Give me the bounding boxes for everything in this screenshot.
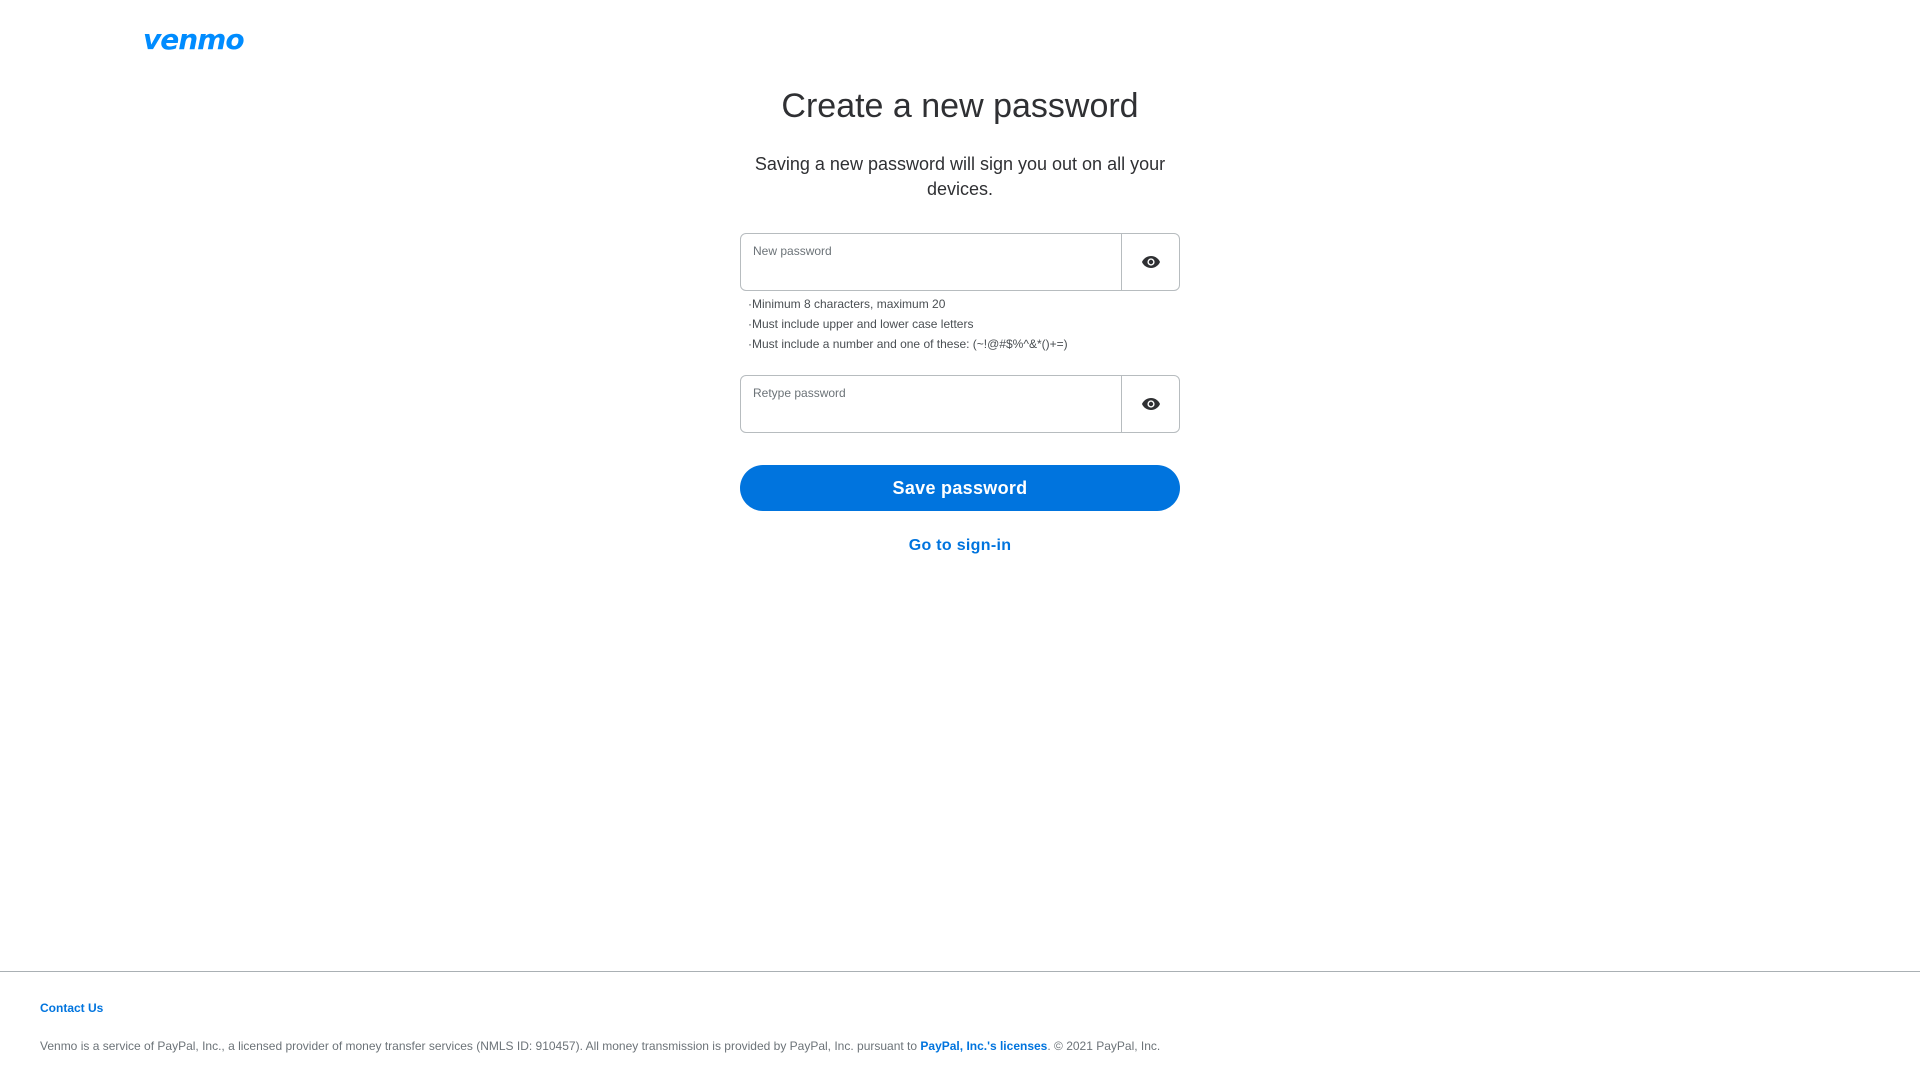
password-requirements: Minimum 8 characters, maximum 20 Must in…	[748, 294, 1068, 354]
venmo-logo[interactable]: venmo	[143, 26, 245, 54]
footer: Contact Us Venmo is a service of PayPal,…	[0, 971, 1920, 1080]
paypal-licenses-link[interactable]: PayPal, Inc.'s licenses	[920, 1039, 1047, 1053]
requirement-item: Must include upper and lower case letter…	[748, 314, 1068, 334]
retype-password-input[interactable]	[753, 404, 1109, 428]
new-password-label: New password	[753, 244, 832, 258]
reset-password-form: Create a new password Saving a new passw…	[740, 0, 1180, 600]
eye-icon	[1141, 256, 1160, 268]
requirement-item: Must include a number and one of these: …	[748, 334, 1068, 354]
legal-text: Venmo is a service of PayPal, Inc., a li…	[40, 1038, 1160, 1054]
retype-password-label: Retype password	[753, 386, 846, 400]
page-subtitle: Saving a new password will sign you out …	[754, 154, 1166, 199]
retype-password-input-wrap[interactable]: Retype password	[741, 376, 1122, 432]
legal-prefix: Venmo is a service of PayPal, Inc., a li…	[40, 1039, 921, 1053]
page-title: Create a new password	[781, 87, 1139, 125]
new-password-field: New password	[740, 233, 1180, 291]
save-password-button[interactable]: Save password	[740, 465, 1180, 511]
eye-icon	[1141, 398, 1160, 410]
legal-suffix: . © 2021 PayPal, Inc.	[1047, 1039, 1161, 1053]
retype-password-field: Retype password	[740, 375, 1180, 433]
show-retype-password-button[interactable]	[1122, 376, 1179, 432]
new-password-input-wrap[interactable]: New password	[741, 234, 1122, 290]
show-new-password-button[interactable]	[1122, 234, 1179, 290]
requirement-item: Minimum 8 characters, maximum 20	[748, 294, 1068, 314]
go-to-sign-in-link[interactable]: Go to sign-in	[740, 536, 1180, 556]
contact-us-link[interactable]: Contact Us	[40, 1000, 103, 1016]
new-password-input[interactable]	[753, 262, 1109, 286]
